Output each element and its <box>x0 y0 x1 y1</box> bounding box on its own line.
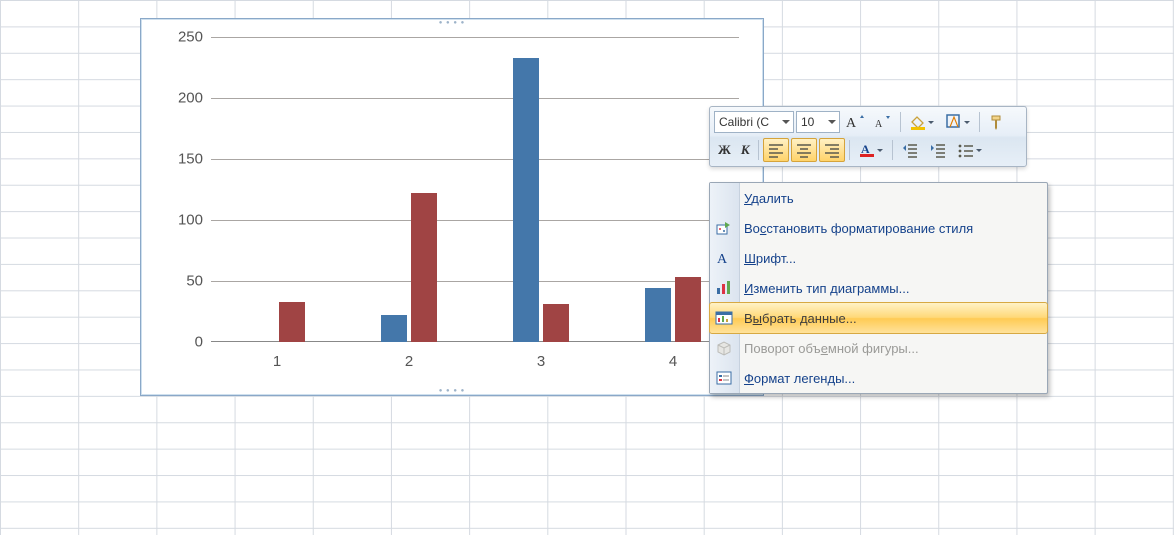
font-name-combo[interactable]: Calibri (С <box>714 111 794 133</box>
bar-series2[interactable] <box>279 302 305 342</box>
mini-toolbar: Calibri (С 10 A A Ж К A <box>709 106 1027 167</box>
menu-item-label: Формат легенды... <box>744 371 855 386</box>
gridline <box>211 281 739 282</box>
font-icon: A <box>715 249 733 267</box>
select-data-icon <box>715 309 733 327</box>
gridline <box>211 159 739 160</box>
grow-font-button[interactable]: A <box>842 110 868 134</box>
format-legend-icon <box>715 369 733 387</box>
border-button[interactable] <box>941 110 975 134</box>
chart-plot-area: 0501001502002501234 <box>211 37 739 342</box>
font-color-button[interactable]: A <box>854 138 888 162</box>
decrease-indent-icon <box>901 141 919 159</box>
increase-indent-button[interactable] <box>925 138 951 162</box>
chart-move-handle-top[interactable]: ● ● ● ● <box>439 20 466 26</box>
delete-icon <box>715 189 733 207</box>
bold-icon: Ж <box>718 142 731 158</box>
menu-item-label: Изменить тип диаграммы... <box>744 281 909 296</box>
menu-item-delete[interactable]: Удалить <box>710 183 1047 213</box>
border-icon <box>945 113 963 131</box>
y-tick-label: 150 <box>158 151 203 168</box>
y-tick-label: 100 <box>158 212 203 229</box>
bar-series2[interactable] <box>411 193 437 342</box>
bullets-button[interactable] <box>953 138 987 162</box>
grow-font-icon: A <box>846 113 864 131</box>
bucket-icon <box>909 113 927 131</box>
menu-item-reset-style[interactable]: Восстановить форматирование стиля <box>710 213 1047 243</box>
menu-item-label: Удалить <box>744 191 794 206</box>
shrink-font-icon: A <box>874 113 892 131</box>
y-tick-label: 0 <box>158 334 203 351</box>
svg-text:A: A <box>861 142 870 156</box>
svg-text:A: A <box>846 116 857 131</box>
dropdown-arrow-icon[interactable] <box>927 113 935 131</box>
menu-item-label: Поворот объемной фигуры... <box>744 341 919 356</box>
menu-item-select-data[interactable]: Выбрать данные... <box>709 302 1048 334</box>
align-right-button[interactable] <box>819 138 845 162</box>
fill-color-button[interactable] <box>905 110 939 134</box>
reset-style-icon <box>715 219 733 237</box>
bar-series1[interactable] <box>645 288 671 342</box>
rotate-3d-icon <box>715 339 733 357</box>
bar-series1[interactable] <box>381 315 407 342</box>
align-center-button[interactable] <box>791 138 817 162</box>
svg-text:A: A <box>717 252 728 267</box>
dropdown-arrow-icon[interactable] <box>963 113 971 131</box>
gridline <box>211 37 739 38</box>
align-right-icon <box>823 141 841 159</box>
bar-series2[interactable] <box>675 277 701 342</box>
y-tick-label: 200 <box>158 90 203 107</box>
font-size-combo[interactable]: 10 <box>796 111 840 133</box>
chart-move-handle-bottom[interactable]: ● ● ● ● <box>439 388 466 394</box>
increase-indent-icon <box>929 141 947 159</box>
menu-item-label: Выбрать данные... <box>744 311 857 326</box>
y-tick-label: 250 <box>158 29 203 46</box>
x-tick-label: 2 <box>389 353 429 370</box>
shrink-font-button[interactable]: A <box>870 110 896 134</box>
svg-text:A: A <box>875 119 883 130</box>
bullets-icon <box>957 141 975 159</box>
x-tick-label: 3 <box>521 353 561 370</box>
align-left-button[interactable] <box>763 138 789 162</box>
font-size-value: 10 <box>801 115 814 129</box>
y-tick-label: 50 <box>158 273 203 290</box>
menu-item-format-legend[interactable]: Формат легенды... <box>710 363 1047 393</box>
paintbrush-icon <box>988 113 1006 131</box>
align-left-icon <box>767 141 785 159</box>
dropdown-arrow-icon[interactable] <box>876 141 884 159</box>
menu-item-label: Шрифт... <box>744 251 796 266</box>
gridline <box>211 98 739 99</box>
menu-item-rotate-3d: Поворот объемной фигуры... <box>710 333 1047 363</box>
italic-button[interactable]: К <box>737 138 754 162</box>
bold-button[interactable]: Ж <box>714 138 735 162</box>
align-center-icon <box>795 141 813 159</box>
menu-item-font[interactable]: A Шрифт... <box>710 243 1047 273</box>
italic-icon: К <box>741 142 750 158</box>
menu-item-change-chart-type[interactable]: Изменить тип диаграммы... <box>710 273 1047 303</box>
font-name-value: Calibri (С <box>719 115 769 129</box>
format-painter-button[interactable] <box>984 110 1010 134</box>
context-menu: Удалить Восстановить форматирование стиля… <box>709 182 1048 394</box>
chart-object[interactable]: ● ● ● ● ● ● ● ● 0501001502002501234 Ря Р… <box>140 18 764 396</box>
bar-series1[interactable] <box>513 58 539 342</box>
decrease-indent-button[interactable] <box>897 138 923 162</box>
x-tick-label: 4 <box>653 353 693 370</box>
dropdown-arrow-icon[interactable] <box>975 141 983 159</box>
font-color-icon: A <box>858 141 876 159</box>
menu-item-label: Восстановить форматирование стиля <box>744 221 973 236</box>
bar-series2[interactable] <box>543 304 569 342</box>
x-tick-label: 1 <box>257 353 297 370</box>
gridline <box>211 220 739 221</box>
change-chart-type-icon <box>715 279 733 297</box>
